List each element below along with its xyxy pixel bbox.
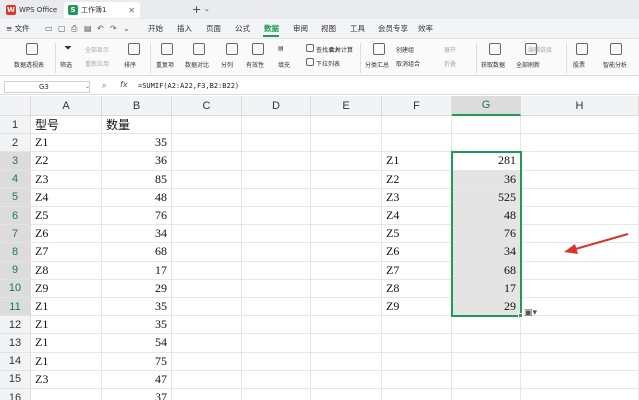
annotation-arrow: [564, 233, 629, 254]
